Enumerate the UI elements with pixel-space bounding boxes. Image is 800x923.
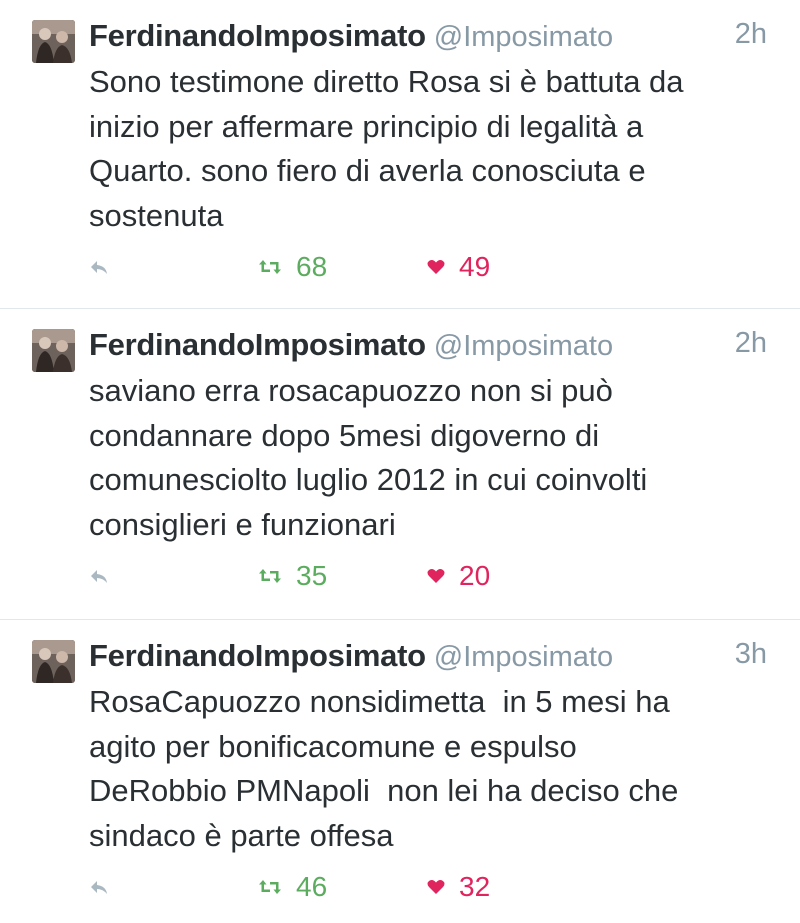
display-name[interactable]: FerdinandoImposimato	[89, 638, 426, 673]
like-button[interactable]: 20	[427, 559, 490, 593]
like-button[interactable]: 49	[427, 250, 490, 284]
retweet-count: 68	[296, 251, 328, 282]
avatar[interactable]	[32, 329, 75, 372]
tweet[interactable]: FerdinandoImposimato @Imposimato 2h savia…	[0, 309, 800, 620]
tweet-header: FerdinandoImposimato @Imposimato 3h	[89, 638, 770, 678]
reply-button[interactable]	[88, 256, 110, 278]
avatar[interactable]	[32, 20, 75, 63]
retweet-icon	[259, 569, 281, 583]
reply-arrow-icon	[91, 881, 107, 894]
tweet-actions: 46 32	[0, 870, 800, 904]
avatar-photo-icon	[32, 329, 75, 372]
tweet-header: FerdinandoImposimato @Imposimato 2h	[89, 327, 770, 367]
retweet-button[interactable]: 68	[258, 250, 327, 284]
heart-icon	[427, 260, 445, 274]
retweet-button[interactable]: 35	[258, 559, 327, 593]
timestamp[interactable]: 2h	[735, 327, 767, 360]
tweet-actions: 68 49	[0, 250, 800, 284]
like-button[interactable]: 32	[427, 870, 490, 904]
avatar[interactable]	[32, 640, 75, 683]
reply-arrow-icon	[91, 261, 107, 274]
user-handle[interactable]: @Imposimato	[434, 330, 613, 362]
like-count: 32	[459, 871, 491, 902]
reply-button[interactable]	[88, 876, 110, 898]
timestamp[interactable]: 2h	[735, 18, 767, 51]
heart-icon	[427, 569, 445, 583]
tweet-header: FerdinandoImposimato @Imposimato 2h	[89, 18, 770, 58]
heart-icon	[427, 880, 445, 894]
timeline: FerdinandoImposimato @Imposimato 2h Sono …	[0, 0, 800, 923]
retweet-icon	[259, 260, 281, 274]
tweet[interactable]: FerdinandoImposimato @Imposimato 3h RosaC…	[0, 620, 800, 923]
like-count: 20	[459, 560, 491, 591]
tweet-text: saviano erra rosacapuozzo non si può con…	[89, 373, 648, 542]
user-handle[interactable]: @Imposimato	[434, 641, 613, 673]
retweet-count: 35	[296, 560, 328, 591]
retweet-count: 46	[296, 871, 328, 902]
avatar-photo-icon	[32, 640, 75, 683]
display-name[interactable]: FerdinandoImposimato	[89, 18, 426, 53]
user-handle[interactable]: @Imposimato	[434, 21, 613, 53]
tweet-actions: 35 20	[0, 559, 800, 593]
like-count: 49	[459, 251, 491, 282]
reply-button[interactable]	[88, 565, 110, 587]
timestamp[interactable]: 3h	[735, 638, 767, 671]
tweet-text: RosaCapuozzo nonsidimetta in 5 mesi ha a…	[89, 684, 679, 853]
retweet-button[interactable]: 46	[258, 870, 327, 904]
display-name[interactable]: FerdinandoImposimato	[89, 327, 426, 362]
avatar-photo-icon	[32, 20, 75, 63]
retweet-icon	[259, 880, 281, 894]
tweet-text: Sono testimone diretto Rosa si è battuta…	[89, 64, 684, 233]
reply-arrow-icon	[91, 570, 107, 583]
tweet[interactable]: FerdinandoImposimato @Imposimato 2h Sono …	[0, 0, 800, 309]
